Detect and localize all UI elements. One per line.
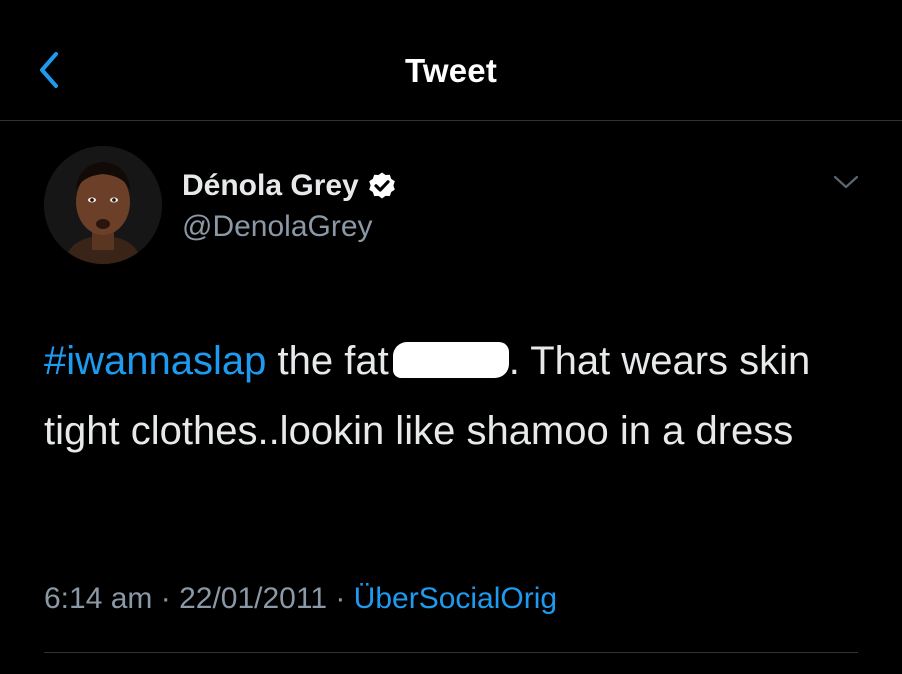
meta-separator: · <box>152 582 180 615</box>
author-handle[interactable]: @DenolaGrey <box>182 210 373 244</box>
hashtag-link[interactable]: #iwannaslap <box>44 339 266 383</box>
avatar[interactable] <box>44 146 162 264</box>
tweet-menu-button[interactable] <box>832 170 860 194</box>
redaction-mark <box>392 342 509 378</box>
top-bar: Tweet <box>0 0 902 121</box>
verified-badge-icon <box>368 172 395 199</box>
author-name[interactable]: Dénola Grey <box>182 169 359 203</box>
tweet-time: 6:14 am <box>44 582 153 615</box>
page-title: Tweet <box>404 52 498 89</box>
author-name-row[interactable]: Dénola Grey <box>182 166 397 206</box>
tweet-text-part1: the fat <box>266 339 389 383</box>
source-link[interactable]: ÜberSocialOrig <box>354 582 557 615</box>
tweet-meta: 6:14 am · 22/01/2011 · ÜberSocialOrig <box>44 582 557 616</box>
chevron-down-icon <box>833 175 859 189</box>
divider <box>44 652 858 653</box>
tweet-body: #iwannaslap the fat. That wears skin tig… <box>44 326 864 466</box>
profile-photo <box>44 146 162 264</box>
meta-separator: · <box>327 582 354 615</box>
tweet-date: 22/01/2011 <box>179 582 327 615</box>
